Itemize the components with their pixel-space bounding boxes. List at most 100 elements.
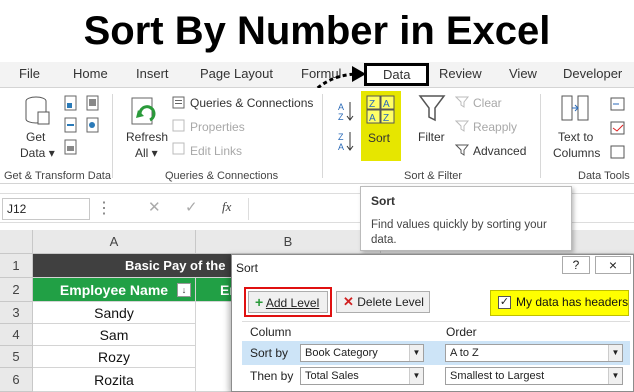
filter-icon <box>418 95 446 122</box>
sort-label: Sort <box>368 131 391 145</box>
data-tools-small-icons <box>610 97 625 159</box>
name-cell[interactable]: Rozy <box>33 346 196 368</box>
reapply-button[interactable]: Reapply <box>473 120 517 134</box>
cancel-icon[interactable]: ✕ <box>148 198 161 216</box>
separator <box>540 94 541 178</box>
text-to-columns-label-1[interactable]: Text to <box>558 130 593 144</box>
svg-text:Z: Z <box>338 112 344 122</box>
text-to-columns-label-2[interactable]: Columns <box>553 146 600 160</box>
ribbon: Get Data ▾ Refresh All ▾ Queries & Conne… <box>0 88 634 184</box>
clear-button[interactable]: Clear <box>473 96 502 110</box>
enter-icon[interactable]: ✓ <box>185 198 198 216</box>
sort-by-select[interactable]: Book Category ▼ <box>300 344 424 362</box>
tab-insert[interactable]: Insert <box>136 66 169 81</box>
get-data-label-2[interactable]: Data ▾ <box>20 146 55 160</box>
chevron-down-icon: ▼ <box>409 368 423 384</box>
sort-by-label: Sort by <box>250 346 289 360</box>
add-level-button[interactable]: + Add Level <box>248 291 328 313</box>
select-all-corner[interactable] <box>0 230 33 254</box>
then-by-label: Then by <box>250 369 294 383</box>
then-by-select[interactable]: Total Sales ▼ <box>300 367 424 385</box>
dialog-title: Sort <box>236 261 259 275</box>
get-transform-small-icons <box>64 95 77 155</box>
headers-checkbox-label: My data has headers <box>516 295 629 309</box>
row-header-2[interactable]: 2 <box>0 278 33 302</box>
header-cell-employee-name[interactable]: Employee Name <box>33 278 196 302</box>
sort-dialog: Sort ? × + Add Level ✕ Delete Level ✓ My… <box>231 254 634 392</box>
svg-text:A: A <box>338 142 344 152</box>
name-cell[interactable]: Sandy <box>33 302 196 324</box>
name-cell[interactable]: Rozita <box>33 368 196 392</box>
refresh-label-1[interactable]: Refresh <box>126 130 168 144</box>
advanced-button[interactable]: Advanced <box>473 144 526 158</box>
row-header-5[interactable]: 5 <box>0 346 33 368</box>
order-header: Order <box>446 325 477 339</box>
tab-developer[interactable]: Developer <box>563 66 622 81</box>
name-box[interactable]: J12 <box>2 198 90 220</box>
order-select-1[interactable]: A to Z ▼ <box>445 344 623 362</box>
column-header-b[interactable]: B <box>196 230 381 254</box>
delete-icon: ✕ <box>343 294 354 309</box>
svg-text:Z: Z <box>369 99 375 110</box>
tab-review[interactable]: Review <box>439 66 482 81</box>
sort-tooltip: Sort Find values quickly by sorting your… <box>360 186 572 251</box>
column-header: Column <box>250 325 292 339</box>
edit-links-button[interactable]: Edit Links <box>190 144 242 158</box>
svg-text:A: A <box>369 113 376 124</box>
svg-text:A: A <box>383 99 390 110</box>
get-data-label-1[interactable]: Get <box>26 130 45 144</box>
divider <box>242 321 630 322</box>
row-header-4[interactable]: 4 <box>0 324 33 346</box>
plus-icon: + <box>255 294 264 310</box>
group-data-tools: Data Tools <box>578 170 630 182</box>
order-value-1: A to Z <box>450 347 479 359</box>
refresh-icon <box>131 97 156 125</box>
tab-view[interactable]: View <box>509 66 537 81</box>
chevron-down-icon: ▼ <box>608 368 622 384</box>
group-get-transform: Get & Transform Data <box>4 170 111 182</box>
tooltip-text-2: data. <box>371 234 397 246</box>
delete-level-button[interactable]: ✕ Delete Level <box>336 291 430 313</box>
separator <box>322 94 323 178</box>
properties-button[interactable]: Properties <box>190 120 245 134</box>
help-button[interactable]: ? <box>562 256 590 274</box>
headers-checkbox[interactable]: ✓ <box>498 296 511 309</box>
sort-by-value: Book Category <box>305 347 378 359</box>
tooltip-text-1: Find values quickly by sorting your <box>371 219 547 231</box>
svg-text:A: A <box>338 102 344 112</box>
queries-connections-button[interactable]: Queries & Connections <box>190 96 313 110</box>
more-icon: ⋮ <box>96 200 112 217</box>
column-header-a[interactable]: A <box>33 230 196 254</box>
add-level-label: Add Level <box>265 296 320 310</box>
tab-file[interactable]: File <box>19 66 40 81</box>
refresh-label-2[interactable]: All ▾ <box>135 146 158 160</box>
close-button[interactable]: × <box>595 256 631 274</box>
order-select-2[interactable]: Smallest to Largest ▼ <box>445 367 623 385</box>
sort-button[interactable]: Z A A Z Sort <box>361 91 401 161</box>
separator <box>112 94 113 178</box>
database-icon <box>25 96 50 125</box>
tooltip-title: Sort <box>371 194 395 208</box>
sort-icon: Z A A Z <box>366 95 395 124</box>
tab-home[interactable]: Home <box>73 66 108 81</box>
filter-option-icons <box>455 96 470 156</box>
queries-icons <box>172 96 185 155</box>
function-icon[interactable]: fx <box>222 199 231 215</box>
filter-button[interactable]: Filter <box>418 130 445 144</box>
employee-name-label: Employee Name <box>59 282 169 298</box>
svg-text:Z: Z <box>383 113 389 124</box>
group-queries: Queries & Connections <box>165 170 279 182</box>
tab-page-layout[interactable]: Page Layout <box>200 66 273 81</box>
recent-sources-icons <box>86 95 99 133</box>
row-header-3[interactable]: 3 <box>0 302 33 324</box>
row-header-1[interactable]: 1 <box>0 254 33 278</box>
text-to-columns-icon <box>561 95 589 121</box>
svg-text:Z: Z <box>338 132 344 142</box>
name-cell[interactable]: Sam <box>33 324 196 346</box>
chevron-down-icon: ▼ <box>608 345 622 361</box>
sort-az-small-icons[interactable]: A Z Z A <box>338 98 358 154</box>
filter-dropdown-icon[interactable]: ↓ <box>177 283 191 297</box>
row-header-6[interactable]: 6 <box>0 368 33 392</box>
then-by-value: Total Sales <box>305 370 359 382</box>
page-title: Sort By Number in Excel <box>83 9 551 53</box>
